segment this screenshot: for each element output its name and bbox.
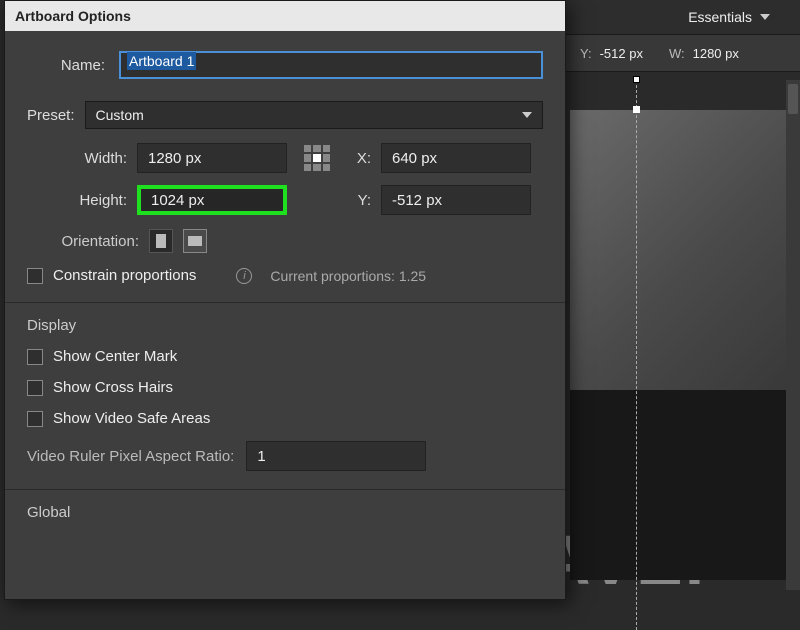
prop-w-label: W:: [669, 46, 685, 61]
proportions-readout: Current proportions: 1.25: [270, 268, 426, 284]
app-topbar: Essentials: [560, 0, 800, 34]
dialog-titlebar[interactable]: Artboard Options: [5, 1, 565, 31]
video-ruler-label: Video Ruler Pixel Aspect Ratio:: [27, 448, 234, 465]
y-label: Y:: [347, 192, 381, 209]
workspace-switcher[interactable]: Essentials: [688, 9, 770, 25]
properties-bar: Y: -512 px W: 1280 px: [560, 34, 800, 72]
constrain-proportions-checkbox[interactable]: [27, 268, 43, 284]
vertical-scrollbar[interactable]: [786, 80, 800, 590]
show-cross-label: Show Cross Hairs: [53, 379, 173, 396]
show-safe-checkbox[interactable]: [27, 411, 43, 427]
info-icon: i: [236, 268, 252, 284]
show-center-checkbox[interactable]: [27, 349, 43, 365]
divider: [5, 302, 565, 303]
canvas-area[interactable]: AVEI: [560, 80, 800, 600]
workspace-label: Essentials: [688, 9, 752, 25]
reference-point-grid[interactable]: [304, 145, 330, 171]
artboard-options-dialog: Artboard Options Name: Artboard 1 Preset…: [4, 0, 566, 600]
y-input[interactable]: -512 px: [381, 185, 531, 215]
portrait-icon: [156, 234, 166, 248]
orientation-portrait-button[interactable]: [149, 229, 173, 253]
name-label: Name:: [27, 57, 119, 74]
width-input[interactable]: 1280 px: [137, 143, 287, 173]
height-input[interactable]: 1024 px: [137, 185, 287, 215]
scrollbar-thumb[interactable]: [788, 84, 798, 114]
display-heading: Display: [27, 317, 543, 334]
chevron-down-icon: [522, 112, 532, 118]
x-input[interactable]: 640 px: [381, 143, 531, 173]
selection-handle[interactable]: [633, 106, 640, 113]
prop-y-label: Y:: [580, 46, 592, 61]
width-label: Width:: [27, 150, 137, 167]
preset-value: Custom: [96, 107, 144, 123]
orientation-label: Orientation:: [39, 233, 139, 250]
prop-y-value[interactable]: -512 px: [596, 46, 665, 61]
chevron-down-icon: [760, 14, 770, 20]
orientation-landscape-button[interactable]: [183, 229, 207, 253]
show-safe-label: Show Video Safe Areas: [53, 410, 210, 427]
x-label: X:: [347, 150, 381, 167]
guide-line[interactable]: [636, 80, 637, 630]
preset-select[interactable]: Custom: [85, 101, 543, 129]
show-cross-checkbox[interactable]: [27, 380, 43, 396]
prop-w-value[interactable]: 1280 px: [689, 46, 761, 61]
constrain-label: Constrain proportions: [53, 267, 196, 284]
dialog-title: Artboard Options: [15, 8, 131, 24]
artboard-preview: AVEI: [570, 110, 790, 580]
landscape-icon: [188, 236, 202, 246]
preset-label: Preset:: [27, 107, 75, 124]
height-label: Height:: [27, 192, 137, 209]
selection-handle[interactable]: [633, 76, 640, 83]
show-center-label: Show Center Mark: [53, 348, 177, 365]
global-heading: Global: [27, 504, 543, 521]
name-value: Artboard 1: [127, 52, 196, 70]
video-ruler-input[interactable]: 1: [246, 441, 426, 471]
divider: [5, 489, 565, 490]
name-input[interactable]: Artboard 1: [119, 51, 543, 79]
